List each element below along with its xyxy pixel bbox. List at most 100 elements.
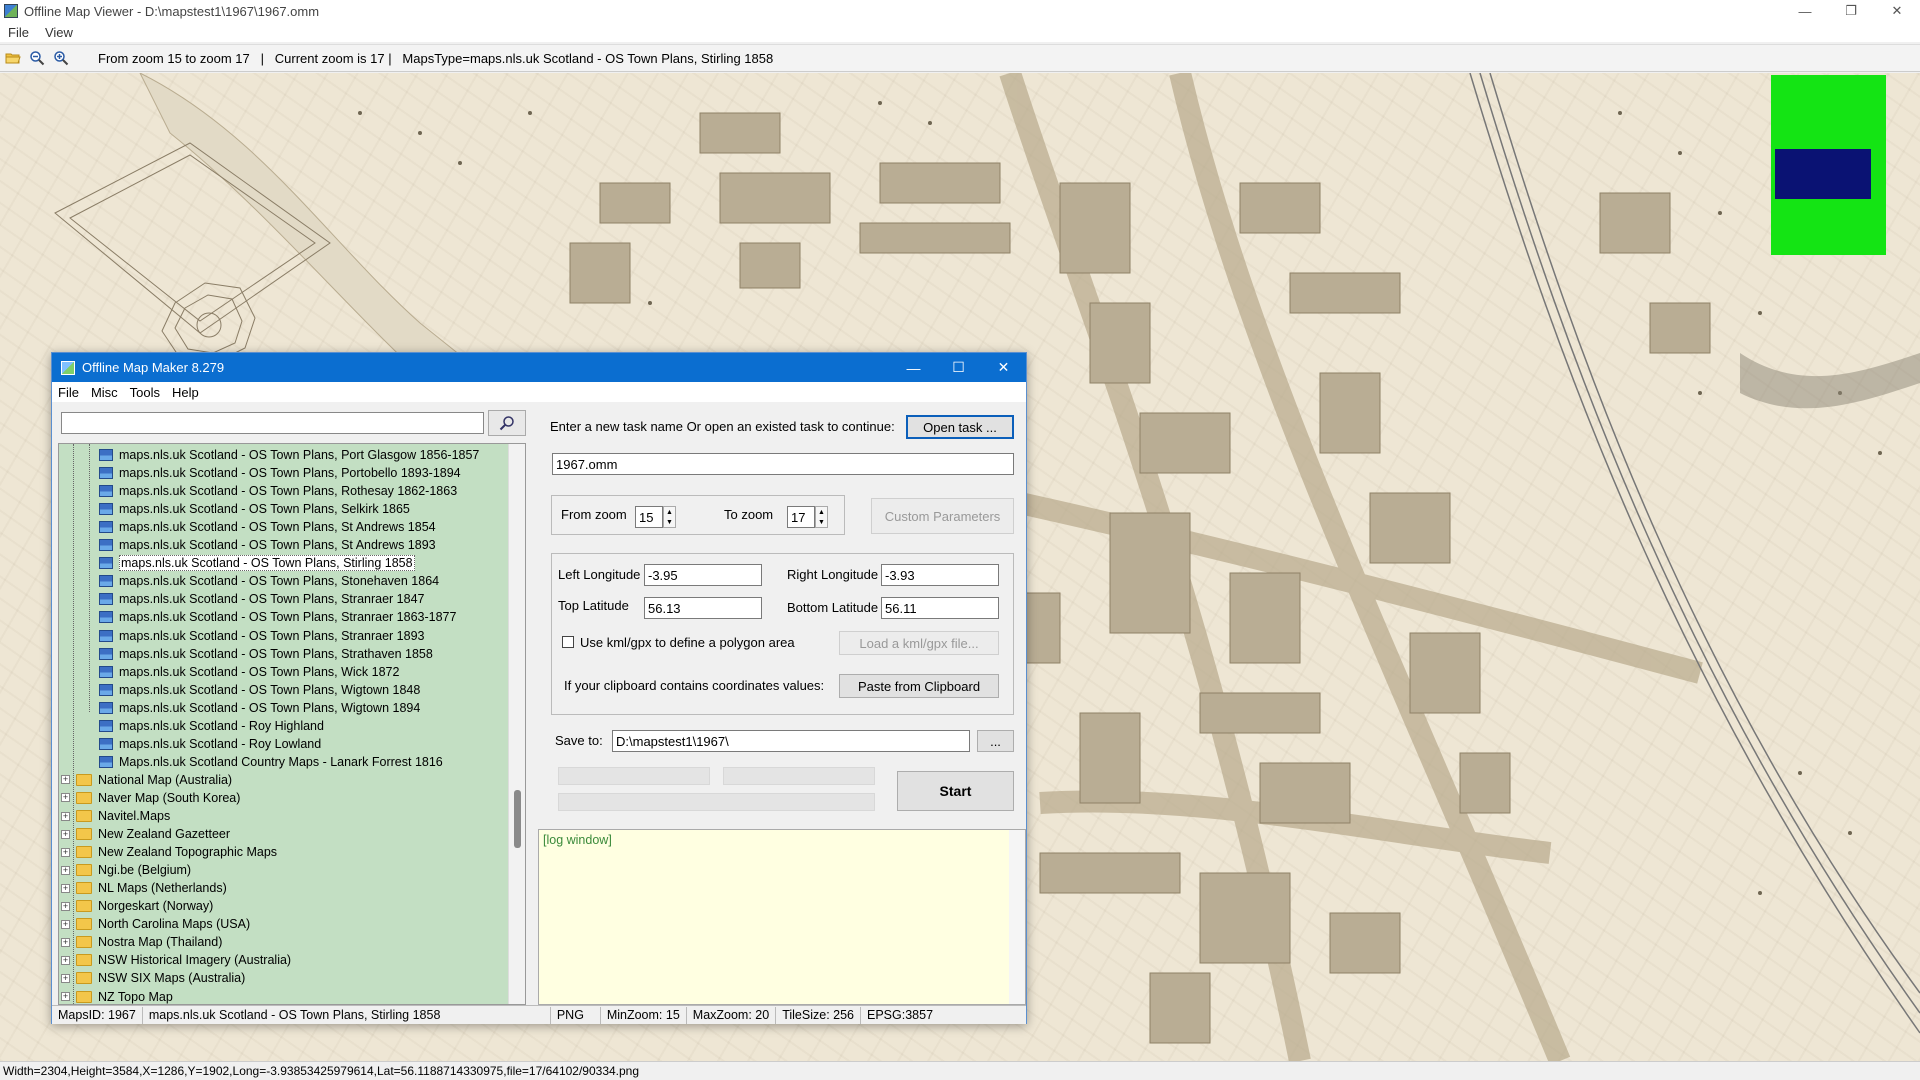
tree-map-item[interactable]: maps.nls.uk Scotland - OS Town Plans, St… xyxy=(99,608,456,626)
zoom-out-icon[interactable] xyxy=(26,47,48,69)
tree-folder-item[interactable]: + NZ Topo Map xyxy=(61,988,173,1005)
save-path-input[interactable]: D:\mapstest1\1967\ xyxy=(612,730,970,752)
status-tilesize: TileSize: 256 xyxy=(776,1006,861,1024)
tree-map-item[interactable]: maps.nls.uk Scotland - OS Town Plans, Wi… xyxy=(99,663,399,681)
top-latitude-input[interactable]: 56.13 xyxy=(644,597,762,619)
log-scrollbar[interactable] xyxy=(1009,830,1025,1004)
spin-up-icon[interactable]: ▲ xyxy=(666,509,673,516)
custom-parameters-button[interactable]: Custom Parameters xyxy=(871,498,1014,534)
bottom-latitude-input[interactable]: 56.11 xyxy=(881,597,999,619)
close-button[interactable]: ✕ xyxy=(1874,0,1920,22)
expand-icon[interactable]: + xyxy=(61,811,70,821)
map-search-input[interactable] xyxy=(61,412,484,434)
map-layer-icon xyxy=(99,611,113,624)
search-button[interactable] xyxy=(488,410,526,436)
start-button[interactable]: Start xyxy=(897,771,1014,811)
minimap-viewport[interactable] xyxy=(1775,149,1871,199)
expand-icon[interactable]: + xyxy=(61,847,70,857)
tree-map-item[interactable]: maps.nls.uk Scotland - Roy Lowland xyxy=(99,735,321,753)
expand-icon[interactable]: + xyxy=(61,883,70,893)
expand-icon[interactable]: + xyxy=(61,865,70,875)
restore-button[interactable]: ❐ xyxy=(1828,0,1874,22)
tree-scroll-thumb[interactable] xyxy=(514,790,521,848)
map-type-tree[interactable]: maps.nls.uk Scotland - OS Town Plans, Po… xyxy=(58,443,526,1005)
dialog-menu-tools[interactable]: Tools xyxy=(124,385,166,400)
expand-icon[interactable]: + xyxy=(61,793,70,803)
tree-folder-item[interactable]: + Naver Map (South Korea) xyxy=(61,789,240,807)
tree-map-item[interactable]: maps.nls.uk Scotland - OS Town Plans, St… xyxy=(99,518,436,536)
to-zoom-stepper[interactable]: ▲ ▼ xyxy=(815,506,828,528)
from-zoom-input[interactable]: 15 xyxy=(635,506,663,528)
use-kml-checkbox[interactable] xyxy=(562,636,574,648)
tree-map-item[interactable]: maps.nls.uk Scotland - OS Town Plans, St… xyxy=(99,590,424,608)
spin-down-icon[interactable]: ▼ xyxy=(666,519,673,526)
open-folder-icon[interactable] xyxy=(2,47,24,69)
minimize-button[interactable]: — xyxy=(1782,0,1828,22)
expand-icon[interactable]: + xyxy=(61,955,70,965)
tree-map-item[interactable]: maps.nls.uk Scotland - OS Town Plans, Ro… xyxy=(99,482,457,500)
tree-folder-item[interactable]: + New Zealand Gazetteer xyxy=(61,825,230,843)
expand-icon[interactable]: + xyxy=(61,829,70,839)
status-bar: Width=2304,Height=3584,X=1286,Y=1902,Lon… xyxy=(0,1061,1920,1080)
open-task-button[interactable]: Open task ... xyxy=(906,415,1014,439)
tree-folder-item[interactable]: + Norgeskart (Norway) xyxy=(61,897,213,915)
tree-folder-item[interactable]: + National Map (Australia) xyxy=(61,771,232,789)
tree-map-item[interactable]: maps.nls.uk Scotland - OS Town Plans, St… xyxy=(99,627,424,645)
tree-map-item[interactable]: maps.nls.uk Scotland - OS Town Plans, Wi… xyxy=(99,681,420,699)
expand-icon[interactable]: + xyxy=(61,775,70,785)
map-layer-icon xyxy=(99,737,113,750)
dialog-close-button[interactable]: ✕ xyxy=(981,353,1026,382)
expand-icon[interactable]: + xyxy=(61,973,70,983)
tree-map-item[interactable]: maps.nls.uk Scotland - Roy Highland xyxy=(99,717,324,735)
map-layer-icon xyxy=(99,755,113,768)
tree-folder-item[interactable]: + Ngi.be (Belgium) xyxy=(61,861,191,879)
tree-map-item[interactable]: Maps.nls.uk Scotland Country Maps - Lana… xyxy=(99,753,443,771)
expand-icon[interactable]: + xyxy=(61,919,70,929)
log-window[interactable]: [log window] xyxy=(538,829,1026,1005)
expand-icon[interactable]: + xyxy=(61,937,70,947)
spin-up-icon[interactable]: ▲ xyxy=(818,509,825,516)
right-longitude-input[interactable]: -3.93 xyxy=(881,564,999,586)
zoom-in-icon[interactable] xyxy=(50,47,72,69)
tree-folder-item[interactable]: + NL Maps (Netherlands) xyxy=(61,879,227,897)
tree-map-item[interactable]: maps.nls.uk Scotland - OS Town Plans, St… xyxy=(99,572,439,590)
menu-view[interactable]: View xyxy=(37,25,81,40)
tree-folder-item[interactable]: + NSW Historical Imagery (Australia) xyxy=(61,951,291,969)
dialog-menu-file[interactable]: File xyxy=(52,385,85,400)
tree-folder-item[interactable]: + New Zealand Topographic Maps xyxy=(61,843,277,861)
tree-folder-item[interactable]: + North Carolina Maps (USA) xyxy=(61,915,250,933)
browse-button[interactable]: ... xyxy=(977,730,1014,752)
to-zoom-input[interactable]: 17 xyxy=(787,506,815,528)
dialog-menu-help[interactable]: Help xyxy=(166,385,205,400)
from-zoom-stepper[interactable]: ▲ ▼ xyxy=(663,506,676,528)
spin-down-icon[interactable]: ▼ xyxy=(818,519,825,526)
folder-icon xyxy=(76,773,92,786)
paste-from-clipboard-button[interactable]: Paste from Clipboard xyxy=(839,674,999,698)
left-longitude-input[interactable]: -3.95 xyxy=(644,564,762,586)
tree-folder-item[interactable]: + NSW SIX Maps (Australia) xyxy=(61,969,245,987)
load-kml-button[interactable]: Load a kml/gpx file... xyxy=(839,631,999,655)
tree-map-item[interactable]: maps.nls.uk Scotland - OS Town Plans, Po… xyxy=(99,464,461,482)
tree-item-label: maps.nls.uk Scotland - OS Town Plans, Wi… xyxy=(119,664,400,679)
tree-map-item[interactable]: maps.nls.uk Scotland - OS Town Plans, St… xyxy=(99,536,436,554)
from-zoom-label: From zoom xyxy=(561,507,627,522)
tree-folder-item[interactable]: + Navitel.Maps xyxy=(61,807,170,825)
dialog-minimize-button[interactable]: — xyxy=(891,353,936,382)
menu-file[interactable]: File xyxy=(0,25,37,40)
tree-folder-item[interactable]: + Nostra Map (Thailand) xyxy=(61,933,222,951)
progress-bar-1 xyxy=(558,767,710,785)
tree-map-item[interactable]: maps.nls.uk Scotland - OS Town Plans, Se… xyxy=(99,500,410,518)
folder-icon xyxy=(76,791,92,804)
expand-icon[interactable]: + xyxy=(61,901,70,911)
tree-map-item[interactable]: maps.nls.uk Scotland - OS Town Plans, St… xyxy=(99,554,415,572)
tree-map-item[interactable]: maps.nls.uk Scotland - OS Town Plans, Wi… xyxy=(99,699,420,717)
tree-item-label: National Map (Australia) xyxy=(98,772,233,787)
tree-map-item[interactable]: maps.nls.uk Scotland - OS Town Plans, St… xyxy=(99,645,433,663)
dialog-maximize-button[interactable]: ☐ xyxy=(936,353,981,382)
tree-scrollbar[interactable] xyxy=(508,444,525,1004)
expand-icon[interactable]: + xyxy=(61,992,70,1001)
tree-map-item[interactable]: maps.nls.uk Scotland - OS Town Plans, Po… xyxy=(99,446,479,464)
task-name-input[interactable]: 1967.omm xyxy=(552,453,1014,475)
dialog-menu-misc[interactable]: Misc xyxy=(85,385,124,400)
minimap[interactable] xyxy=(1771,75,1886,255)
